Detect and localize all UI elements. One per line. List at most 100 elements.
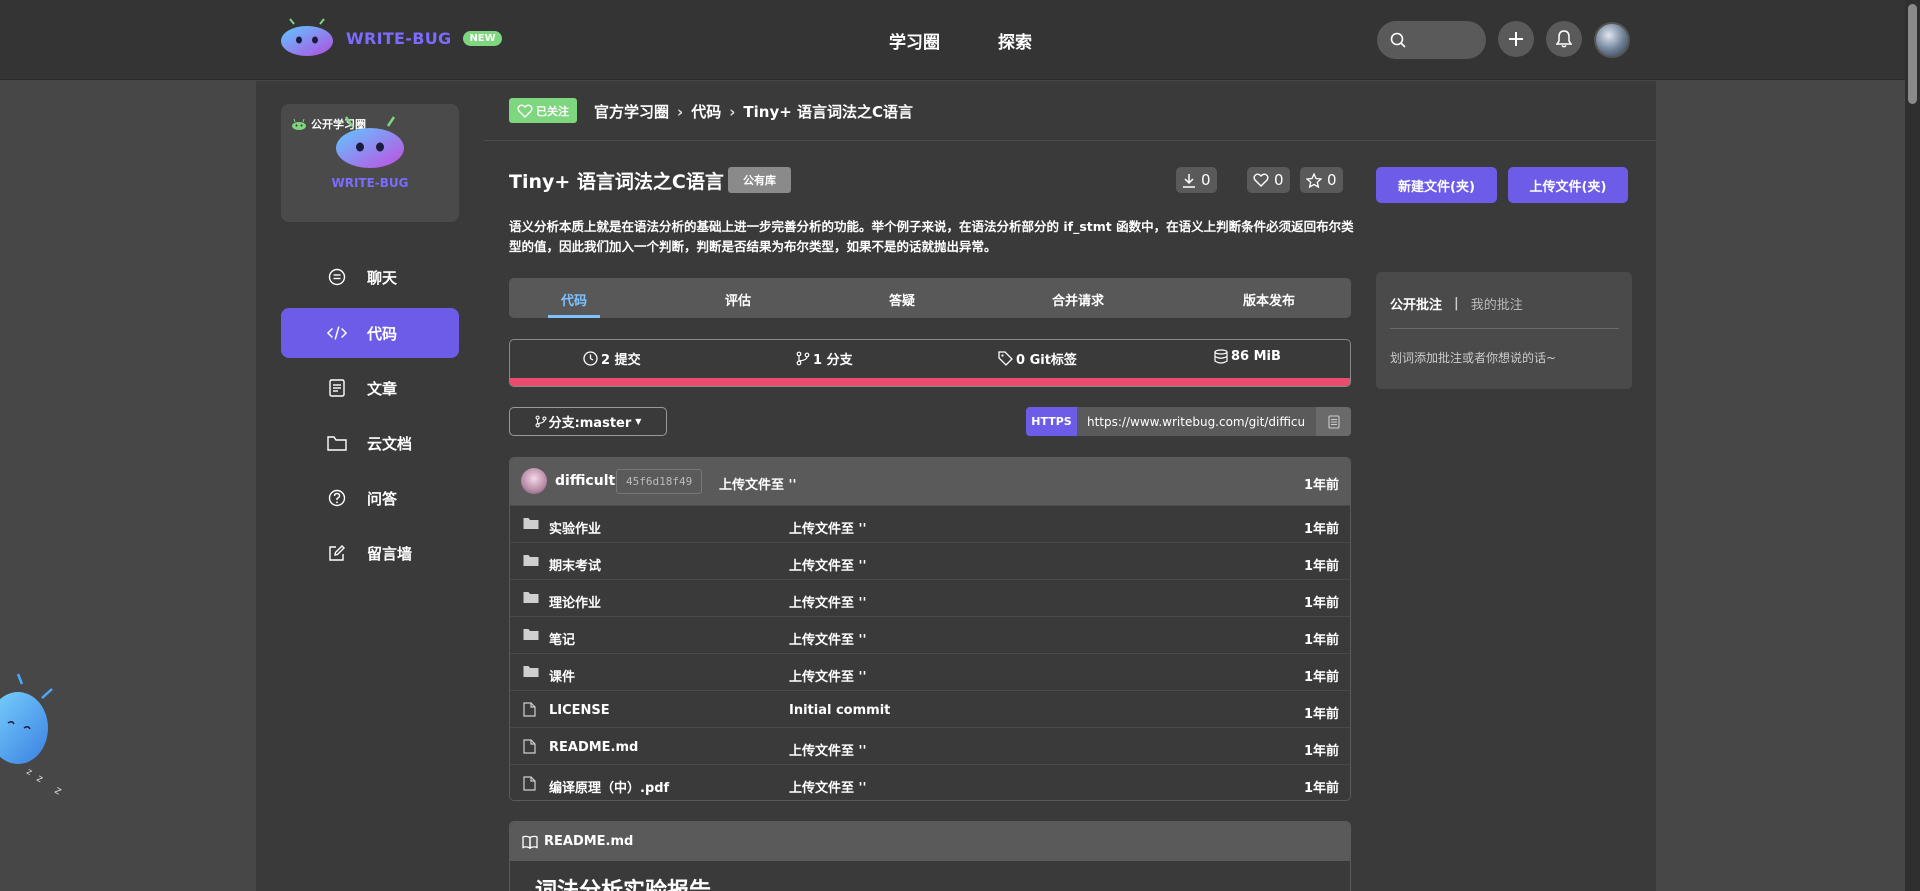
table-row[interactable]: LICENSE Initial commit 1年前 [510, 690, 1350, 727]
commit-message[interactable]: 上传文件至 '' [719, 474, 797, 493]
file-name[interactable]: 期末考试 [549, 555, 601, 574]
file-name[interactable]: 编译原理（中）.pdf [549, 777, 669, 796]
tab-releases[interactable]: 版本发布 [1243, 290, 1295, 309]
file-commit-message[interactable]: 上传文件至 '' [789, 777, 867, 796]
tab-public-annotations[interactable]: 公开批注 [1390, 294, 1442, 313]
clone-protocol[interactable]: HTTPS [1026, 407, 1077, 436]
file-name[interactable]: 实验作业 [549, 518, 601, 537]
commit-time: 1年前 [1303, 478, 1339, 493]
folder-icon [523, 591, 539, 608]
sidebar-item-qa[interactable]: 问答 [281, 473, 459, 523]
clone-url-field[interactable]: https://www.writebug.com/git/difficu [1077, 407, 1316, 436]
branch-selector[interactable]: 分支:master ▼ [509, 407, 667, 436]
group-card[interactable]: 公开学习圈 WRITE-BUG [281, 104, 459, 222]
like-button[interactable]: 0 [1247, 167, 1290, 193]
tab-evaluation[interactable]: 评估 [725, 290, 751, 309]
file-commit-message[interactable]: 上传文件至 '' [789, 592, 867, 611]
divider [1390, 328, 1619, 329]
article-icon [327, 378, 347, 398]
file-name[interactable]: LICENSE [549, 703, 610, 718]
upload-button[interactable]: 上传文件(夹) [1508, 167, 1628, 203]
sidebar-item-article[interactable]: 文章 [281, 363, 459, 413]
mascot-logo-icon [280, 18, 334, 58]
file-commit-message[interactable]: Initial commit [789, 703, 890, 718]
new-folder-button[interactable]: 新建文件(夹) [1376, 167, 1497, 203]
nav-study-circle[interactable]: 学习圈 [889, 28, 940, 53]
file-time: 1年前 [1303, 596, 1339, 611]
folder-icon [523, 554, 539, 571]
search-input[interactable] [1377, 21, 1486, 59]
commits-label: 2 提交 [601, 353, 641, 368]
commit-author-avatar[interactable] [521, 468, 547, 494]
breadcrumb-official-circle[interactable]: 官方学习圈 [594, 101, 669, 122]
table-row[interactable]: 课件 上传文件至 '' 1年前 [510, 653, 1350, 690]
file-commit-message[interactable]: 上传文件至 '' [789, 629, 867, 648]
page-scrollbar[interactable] [1905, 0, 1920, 891]
file-name[interactable]: 笔记 [549, 629, 575, 648]
tab-merge-requests[interactable]: 合并请求 [1052, 290, 1104, 309]
branch-icon [535, 415, 547, 428]
sidebar-item-label: 聊天 [367, 268, 398, 287]
sidebar-item-cloud-docs[interactable]: 云文档 [281, 418, 459, 468]
breadcrumb-code[interactable]: 代码 [691, 101, 721, 122]
plus-icon [1509, 32, 1523, 46]
file-icon [523, 776, 536, 795]
copy-button[interactable] [1316, 407, 1351, 436]
table-row[interactable]: 编译原理（中）.pdf 上传文件至 '' 1年前 [510, 764, 1350, 800]
commit-hash[interactable]: 45f6d18f49 [616, 469, 703, 494]
star-button[interactable]: 0 [1300, 167, 1343, 193]
tags-stat[interactable]: 0 Git标签 [998, 349, 1077, 368]
download-button[interactable]: 0 [1176, 167, 1217, 193]
commits-stat[interactable]: 2 提交 [583, 349, 641, 368]
file-commit-message[interactable]: 上传文件至 '' [789, 740, 867, 759]
svg-text:z: z [35, 773, 45, 785]
file-time: 1年前 [1303, 670, 1339, 685]
table-row[interactable]: 笔记 上传文件至 '' 1年前 [510, 616, 1350, 653]
readme-panel: README.md 词法分析实验报告 [509, 821, 1351, 891]
tab-code[interactable]: 代码 [561, 290, 587, 309]
file-time: 1年前 [1303, 559, 1339, 574]
tab-qa[interactable]: 答疑 [889, 290, 915, 309]
folder-icon [523, 517, 539, 534]
sidebar-item-chat[interactable]: 聊天 [281, 252, 459, 302]
heart-icon [517, 104, 533, 118]
file-commit-message[interactable]: 上传文件至 '' [789, 666, 867, 685]
left-sidebar: 公开学习圈 WRITE-BUG 聊天 代码 文章 云文档 问答 留言墙 [256, 81, 484, 891]
file-time: 1年前 [1303, 633, 1339, 648]
file-name[interactable]: README.md [549, 740, 638, 755]
file-name[interactable]: 理论作业 [549, 592, 601, 611]
table-row[interactable]: README.md 上传文件至 '' 1年前 [510, 727, 1350, 764]
book-icon [522, 835, 538, 849]
repo-stats: 2 提交 1 分支 0 Git标签 86 MiB [509, 339, 1351, 387]
add-button[interactable] [1498, 21, 1534, 57]
folder-icon [327, 433, 347, 453]
android-icon [292, 118, 306, 130]
table-row[interactable]: 期末考试 上传文件至 '' 1年前 [510, 542, 1350, 579]
file-commit-message[interactable]: 上传文件至 '' [789, 518, 867, 537]
file-name[interactable]: 课件 [549, 666, 575, 685]
file-list: difficult 45f6d18f49 上传文件至 '' 1年前 实验作业 上… [509, 457, 1351, 801]
branches-stat[interactable]: 1 分支 [796, 349, 853, 368]
nav-explore[interactable]: 探索 [998, 28, 1032, 53]
commit-author[interactable]: difficult [555, 473, 615, 489]
file-commit-message[interactable]: 上传文件至 '' [789, 555, 867, 574]
follow-button[interactable]: 已关注 [509, 98, 577, 123]
sidebar-item-message-wall[interactable]: 留言墙 [281, 528, 459, 578]
new-badge: NEW [463, 30, 502, 46]
table-row[interactable]: 理论作业 上传文件至 '' 1年前 [510, 579, 1350, 616]
star-icon [1306, 172, 1322, 188]
user-avatar[interactable] [1594, 22, 1630, 58]
tag-icon [998, 351, 1013, 366]
table-row[interactable]: 实验作业 上传文件至 '' 1年前 [510, 505, 1350, 542]
chevron-right-icon: › [677, 102, 684, 121]
file-time: 1年前 [1303, 707, 1339, 722]
notifications-button[interactable] [1546, 21, 1582, 57]
tab-my-annotations[interactable]: 我的批注 [1471, 294, 1523, 313]
breadcrumb-repo[interactable]: Tiny+ 语言词法之C语言 [743, 101, 913, 122]
edit-icon [327, 543, 347, 563]
brand-logo[interactable]: WRITE-BUG NEW [280, 18, 502, 58]
scrollbar-thumb[interactable] [1908, 4, 1917, 104]
clone-url-box: HTTPS https://www.writebug.com/git/diffi… [1026, 407, 1351, 436]
sidebar-item-code[interactable]: 代码 [281, 308, 459, 358]
floating-mascot-icon[interactable]: z z z [0, 668, 66, 798]
